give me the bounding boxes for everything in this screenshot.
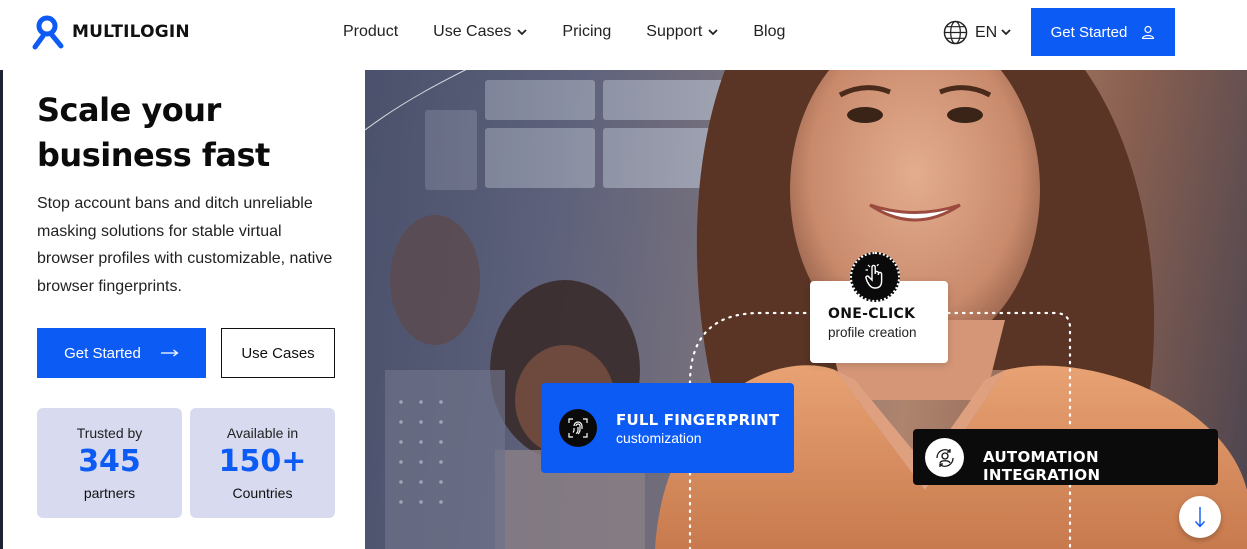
- use-cases-button-label: Use Cases: [241, 344, 315, 362]
- automation-icon: [925, 438, 964, 477]
- pointer-click-icon: [850, 252, 900, 302]
- use-cases-button[interactable]: Use Cases: [221, 328, 335, 378]
- arrow-down-icon: [1194, 507, 1206, 528]
- automation-badge: AUTOMATION INTEGRATION: [913, 429, 1218, 485]
- menu-item-use-cases[interactable]: Use Cases: [433, 22, 528, 42]
- chevron-down-icon: [708, 28, 718, 35]
- menu-item-label: Support: [646, 23, 703, 40]
- stat-value: 345: [78, 444, 141, 479]
- get-started-label: Get Started: [1050, 23, 1128, 41]
- fingerprint-title: FULL FINGERPRINT: [616, 411, 780, 429]
- headline-line-1: Scale your: [37, 91, 221, 129]
- fingerprint-icon: [559, 409, 597, 447]
- top-nav: MULTILOGIN Product Use Cases Pricing Sup…: [0, 0, 1247, 70]
- left-edge-rule: [0, 70, 3, 549]
- chevron-down-icon: [1001, 29, 1011, 36]
- stat-top-label: Trusted by: [76, 425, 143, 441]
- menu-item-label: Blog: [753, 23, 786, 40]
- chevron-down-icon: [517, 28, 528, 35]
- brand-name: MULTILOGIN: [72, 22, 190, 42]
- menu-item-label: Product: [343, 23, 399, 40]
- user-icon: [1142, 25, 1155, 39]
- menu-item-product[interactable]: Product: [343, 22, 398, 42]
- one-click-title: ONE-CLICK: [828, 306, 916, 322]
- get-started-nav-button[interactable]: Get Started: [1031, 8, 1175, 56]
- menu-item-label: Use Cases: [433, 23, 512, 40]
- scroll-down-button[interactable]: [1179, 496, 1221, 538]
- menu-item-blog[interactable]: Blog: [753, 22, 785, 42]
- stat-value: 150+: [218, 444, 307, 479]
- get-started-button-label: Get Started: [64, 344, 141, 362]
- stat-card-partners: Trusted by 345 partners: [37, 408, 182, 518]
- fingerprint-subtitle: customization: [616, 430, 702, 446]
- fingerprint-badge: FULL FINGERPRINT customization: [541, 383, 794, 473]
- logo-mark-icon: [32, 15, 64, 50]
- menu-item-support[interactable]: Support: [646, 22, 718, 42]
- stat-bottom-label: partners: [83, 485, 136, 501]
- get-started-button[interactable]: Get Started: [37, 328, 206, 378]
- stat-top-label: Available in: [226, 425, 299, 441]
- one-click-subtitle: profile creation: [828, 325, 917, 340]
- stat-bottom-label: Countries: [232, 485, 293, 501]
- language-label: EN: [975, 23, 998, 41]
- menu-item-label: Pricing: [562, 23, 612, 40]
- main-menu: Product Use Cases Pricing Support Blog: [343, 22, 820, 42]
- automation-title: AUTOMATION INTEGRATION: [983, 448, 1101, 484]
- language-selector[interactable]: EN: [943, 20, 1011, 45]
- stat-card-countries: Available in 150+ Countries: [190, 408, 335, 518]
- headline-line-2: business fast: [37, 136, 270, 174]
- brand-logo[interactable]: MULTILOGIN: [30, 14, 190, 50]
- globe-icon: [943, 20, 968, 45]
- hero-headline: Scale your business fast: [37, 88, 357, 178]
- arrow-right-icon: [160, 349, 179, 357]
- menu-item-pricing[interactable]: Pricing: [562, 22, 611, 42]
- hero-subtitle: Stop account bans and ditch unreliable m…: [37, 195, 333, 295]
